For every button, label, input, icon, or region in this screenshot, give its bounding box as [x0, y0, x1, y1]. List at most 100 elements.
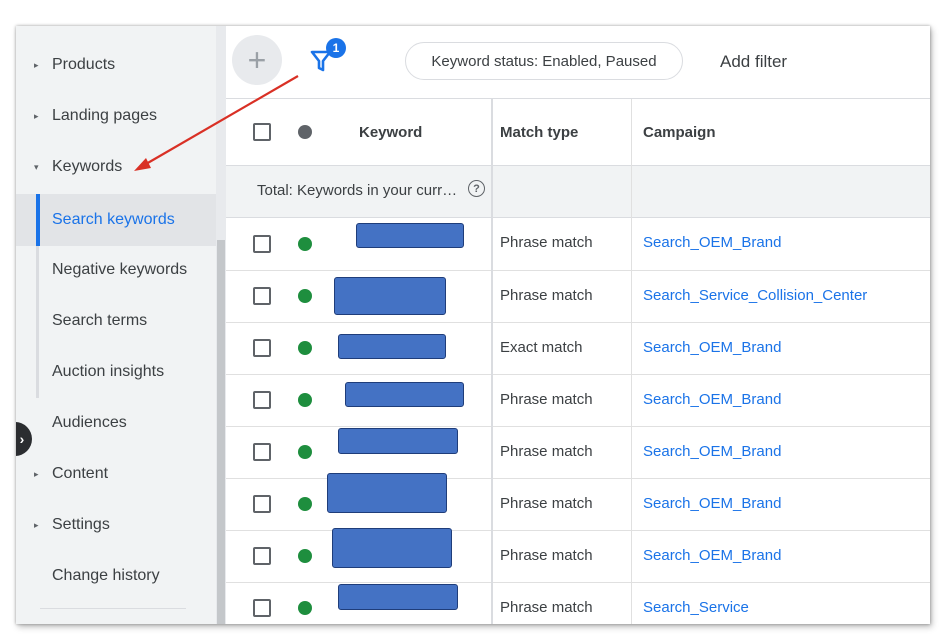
sidebar-item-products[interactable]: ▸ Products	[16, 44, 216, 86]
column-divider	[631, 99, 632, 624]
enabled-status-icon	[298, 445, 312, 459]
filter-toolbar: + 1 Keyword status: Enabled, Paused Add …	[226, 26, 930, 99]
campaign-link[interactable]: Search_OEM_Brand	[643, 495, 781, 512]
sidebar-divider	[40, 608, 186, 609]
row-checkbox[interactable]	[253, 339, 271, 357]
match-type-cell: Phrase match	[500, 234, 593, 251]
caret-down-icon: ▾	[34, 162, 39, 172]
sidebar-item-search-keywords[interactable]: Search keywords	[16, 194, 216, 246]
sidebar-item-content[interactable]: ▸ Content	[16, 453, 216, 495]
campaign-link[interactable]: Search_OEM_Brand	[643, 547, 781, 564]
column-header-keyword[interactable]: Keyword	[359, 99, 422, 165]
filter-count-badge: 1	[326, 38, 346, 58]
campaign-link[interactable]: Search_Service	[643, 599, 749, 616]
sidebar-item-label: Search terms	[52, 312, 148, 329]
sidebar-item-keywords[interactable]: ▾ Keywords	[16, 146, 216, 188]
match-type-cell: Phrase match	[500, 599, 593, 616]
table-row[interactable]: Phrase match Search_OEM_Brand	[226, 528, 930, 583]
row-checkbox[interactable]	[253, 287, 271, 305]
table-row[interactable]: Phrase match Search_OEM_Brand	[226, 374, 930, 427]
scrollbar-thumb[interactable]	[217, 240, 225, 624]
sidebar-item-label: Content	[52, 465, 109, 482]
column-header-match-type[interactable]: Match type	[500, 99, 578, 165]
sidebar-item-label: Audiences	[52, 414, 127, 431]
active-indicator	[36, 194, 40, 246]
caret-right-icon: ▸	[34, 60, 39, 70]
enabled-status-icon	[298, 341, 312, 355]
redacted-keyword	[327, 473, 447, 513]
sidebar-item-landing-pages[interactable]: ▸ Landing pages	[16, 95, 216, 137]
sidebar-item-label: Auction insights	[52, 363, 165, 380]
enabled-status-icon	[298, 601, 312, 615]
sidebar-item-audiences[interactable]: Audiences	[16, 402, 216, 444]
table-row[interactable]: Phrase match Search_OEM_Brand	[226, 473, 930, 531]
row-checkbox[interactable]	[253, 443, 271, 461]
enabled-status-icon	[298, 497, 312, 511]
app-window: ▸ Products ▸ Landing pages ▾ Keywords Se…	[16, 26, 930, 624]
sidebar-item-negative-keywords[interactable]: Negative keywords	[16, 249, 216, 291]
chevron-right-icon: ›	[19, 431, 25, 447]
match-type-cell: Phrase match	[500, 547, 593, 564]
redacted-keyword	[338, 584, 458, 610]
match-type-cell: Phrase match	[500, 391, 593, 408]
table-row[interactable]: Phrase match Search_OEM_Brand	[226, 426, 930, 479]
match-type-cell: Phrase match	[500, 495, 593, 512]
total-row: Total: Keywords in your curr… ?	[226, 166, 930, 218]
campaign-link[interactable]: Search_OEM_Brand	[643, 443, 781, 460]
redacted-keyword	[338, 428, 458, 454]
row-checkbox[interactable]	[253, 495, 271, 513]
caret-right-icon: ▸	[34, 469, 39, 479]
match-type-cell: Phrase match	[500, 443, 593, 460]
row-checkbox[interactable]	[253, 547, 271, 565]
match-type-cell: Exact match	[500, 339, 583, 356]
add-button[interactable]: +	[232, 35, 282, 85]
sidebar-item-label: Search keywords	[52, 211, 175, 228]
sidebar-item-search-terms[interactable]: Search terms	[16, 300, 216, 342]
caret-right-icon: ▸	[34, 520, 39, 530]
frozen-column-divider	[491, 99, 493, 624]
redacted-keyword	[338, 334, 446, 359]
campaign-link[interactable]: Search_OEM_Brand	[643, 339, 781, 356]
caret-right-icon: ▸	[34, 111, 39, 121]
campaign-link[interactable]: Search_OEM_Brand	[643, 234, 781, 251]
sidebar-item-label: Keywords	[52, 158, 123, 175]
row-checkbox[interactable]	[253, 599, 271, 617]
column-header-campaign[interactable]: Campaign	[643, 99, 716, 165]
campaign-link[interactable]: Search_Service_Collision_Center	[643, 287, 867, 304]
select-all-checkbox[interactable]	[253, 123, 271, 141]
table-row[interactable]: Phrase match Search_OEM_Brand	[226, 218, 930, 271]
table-row[interactable]: Exact match Search_OEM_Brand	[226, 322, 930, 375]
sidebar-item-change-history[interactable]: Change history	[16, 555, 216, 597]
redacted-keyword	[334, 277, 446, 315]
status-column-icon[interactable]	[298, 125, 312, 139]
redacted-keyword	[356, 223, 464, 248]
table-row[interactable]: Phrase match Search_Service	[226, 582, 930, 624]
sidebar-item-label: Change history	[52, 567, 160, 584]
enabled-status-icon	[298, 393, 312, 407]
sidebar-item-settings[interactable]: ▸ Settings	[16, 504, 216, 546]
redacted-keyword	[332, 528, 452, 568]
row-checkbox[interactable]	[253, 235, 271, 253]
enabled-status-icon	[298, 237, 312, 251]
main-panel: + 1 Keyword status: Enabled, Paused Add …	[226, 26, 930, 624]
help-icon[interactable]: ?	[468, 180, 485, 197]
table-row[interactable]: Phrase match Search_Service_Collision_Ce…	[226, 270, 930, 323]
total-label: Total: Keywords in your curr…	[257, 182, 458, 199]
sidebar-item-label: Settings	[52, 516, 110, 533]
sidebar: ▸ Products ▸ Landing pages ▾ Keywords Se…	[16, 26, 216, 624]
row-checkbox[interactable]	[253, 391, 271, 409]
campaign-link[interactable]: Search_OEM_Brand	[643, 391, 781, 408]
sidebar-scrollbar[interactable]	[216, 26, 226, 624]
keyword-status-filter-chip[interactable]: Keyword status: Enabled, Paused	[405, 42, 683, 80]
sidebar-item-auction-insights[interactable]: Auction insights	[16, 351, 216, 393]
sidebar-item-label: Landing pages	[52, 107, 157, 124]
sidebar-item-label: Negative keywords	[52, 261, 188, 278]
enabled-status-icon	[298, 289, 312, 303]
match-type-cell: Phrase match	[500, 287, 593, 304]
table-header: Keyword Match type Campaign	[226, 99, 930, 166]
enabled-status-icon	[298, 549, 312, 563]
redacted-keyword	[345, 382, 464, 407]
plus-icon: +	[247, 41, 267, 78]
sidebar-item-label: Products	[52, 56, 116, 73]
add-filter-button[interactable]: Add filter	[720, 52, 787, 72]
